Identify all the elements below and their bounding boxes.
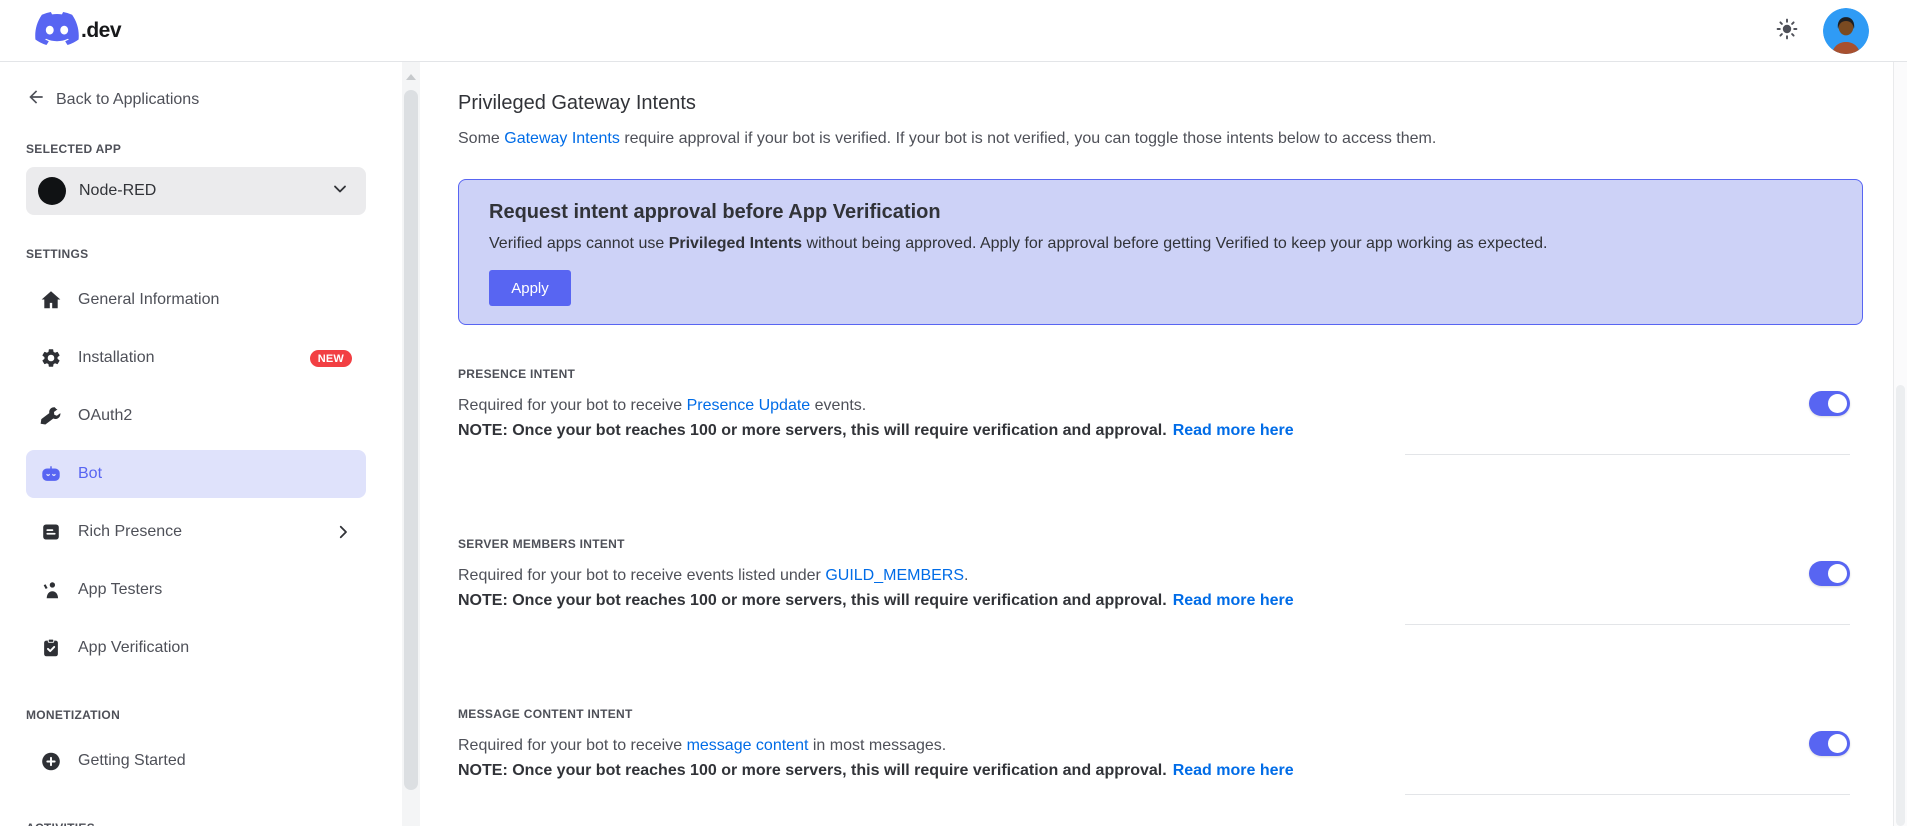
sidebar-item-label: Installation (78, 349, 155, 366)
page-title: Privileged Gateway Intents (458, 92, 696, 114)
selected-app-name: Node-RED (79, 182, 157, 199)
sidebar-item-app-testers[interactable]: App Testers (26, 566, 366, 614)
sidebar-item-general-information[interactable]: General Information (26, 276, 366, 324)
presence-intent-section: PRESENCE INTENT Required for your bot to… (458, 367, 1863, 455)
section-divider (1405, 624, 1850, 625)
back-arrow-icon (26, 87, 46, 112)
read-more-link[interactable]: Read more here (1173, 592, 1294, 609)
toggle-knob (1828, 564, 1847, 583)
message-content-intent-toggle[interactable] (1809, 731, 1850, 756)
sidebar-item-label: Rich Presence (78, 523, 183, 540)
section-divider (1405, 454, 1850, 455)
wrench-icon (40, 405, 62, 427)
sidebar-item-label: General Information (78, 291, 220, 308)
activities-section-label: ACTIVITIES (26, 821, 366, 826)
intent-description: Required for your bot to receive message… (458, 737, 947, 754)
page-scrollbar-thumb[interactable] (1896, 385, 1905, 826)
message-content-link[interactable]: message content (687, 737, 809, 754)
gateway-intents-link[interactable]: Gateway Intents (504, 130, 620, 147)
intent-note: NOTE: Once your bot reaches 100 or more … (458, 762, 1294, 779)
intent-description: Required for your bot to receive events … (458, 567, 969, 584)
new-badge: NEW (309, 349, 352, 367)
apply-button[interactable]: Apply (489, 270, 571, 306)
discord-logo-icon (35, 11, 79, 50)
sidebar-item-label: OAuth2 (78, 407, 133, 424)
presence-intent-toggle[interactable] (1809, 391, 1850, 416)
sidebar-item-label: Getting Started (78, 752, 186, 769)
document-icon (40, 521, 62, 543)
plus-circle-icon (40, 750, 62, 772)
read-more-link[interactable]: Read more here (1173, 422, 1294, 439)
server-members-intent-toggle[interactable] (1809, 561, 1850, 586)
intro-text: Some Gateway Intents require approval if… (458, 130, 1437, 147)
discord-dev-logo[interactable]: .dev (35, 11, 122, 50)
back-to-applications-link[interactable]: Back to Applications (26, 87, 366, 112)
main-content: Privileged Gateway Intents Some Gateway … (420, 62, 1863, 826)
toggle-knob (1828, 734, 1847, 753)
scrollbar-up-arrow-icon[interactable] (406, 74, 416, 80)
sidebar-scrollbar-thumb[interactable] (404, 90, 418, 790)
server-members-intent-section: SERVER MEMBERS INTENT Required for your … (458, 537, 1863, 625)
sun-icon (1775, 17, 1799, 44)
discord-developer-portal: .dev Back to Applications SELECTED APP N… (0, 0, 1907, 826)
sidebar-item-bot[interactable]: Bot (26, 450, 366, 498)
app-selector-dropdown[interactable]: Node-RED (26, 167, 366, 215)
user-avatar[interactable] (1823, 7, 1869, 54)
sidebar-scrollbar[interactable] (402, 62, 420, 826)
page-scrollbar[interactable] (1893, 62, 1907, 826)
message-content-intent-section: MESSAGE CONTENT INTENT Required for your… (458, 707, 1863, 795)
sidebar-item-label: App Verification (78, 639, 190, 656)
selected-app-label: SELECTED APP (26, 142, 122, 156)
read-more-link[interactable]: Read more here (1173, 762, 1294, 779)
chevron-down-icon (330, 179, 350, 204)
intent-description: Required for your bot to receive Presenc… (458, 397, 867, 414)
section-divider (1405, 794, 1850, 795)
guild-members-link[interactable]: GUILD_MEMBERS (825, 567, 964, 584)
intent-label: PRESENCE INTENT (458, 367, 576, 381)
notice-body: Verified apps cannot use Privileged Inte… (489, 235, 1548, 252)
theme-toggle-button[interactable] (1773, 17, 1801, 45)
brand-text: .dev (81, 18, 122, 42)
sidebar-item-oauth2[interactable]: OAuth2 (26, 392, 366, 440)
chevron-right-icon (334, 523, 352, 541)
intent-label: MESSAGE CONTENT INTENT (458, 707, 633, 721)
settings-nav: General Information Installation NEW OAu… (26, 276, 366, 672)
top-header: .dev (0, 0, 1907, 62)
settings-section-label: SETTINGS (26, 247, 89, 261)
sidebar-item-rich-presence[interactable]: Rich Presence (26, 508, 366, 556)
sidebar-item-installation[interactable]: Installation NEW (26, 334, 366, 382)
sidebar-item-getting-started[interactable]: Getting Started (26, 737, 366, 785)
presence-update-link[interactable]: Presence Update (687, 397, 811, 414)
notice-title: Request intent approval before App Verif… (489, 201, 941, 223)
sidebar-item-app-verification[interactable]: App Verification (26, 624, 366, 672)
toggle-knob (1828, 394, 1847, 413)
intent-label: SERVER MEMBERS INTENT (458, 537, 625, 551)
gear-icon (40, 347, 62, 369)
sidebar: Back to Applications SELECTED APP Node-R… (0, 62, 402, 826)
sidebar-item-label: Bot (78, 465, 103, 482)
intent-approval-notice: Request intent approval before App Verif… (458, 179, 1863, 325)
clipboard-check-icon (40, 637, 62, 659)
bot-icon (40, 463, 62, 485)
sidebar-item-label: App Testers (78, 581, 163, 598)
monetization-section-label: MONETIZATION (26, 708, 121, 722)
back-to-applications-label: Back to Applications (56, 90, 200, 108)
intent-note: NOTE: Once your bot reaches 100 or more … (458, 422, 1294, 439)
home-icon (40, 289, 62, 311)
app-avatar (38, 177, 66, 205)
intent-note: NOTE: Once your bot reaches 100 or more … (458, 592, 1294, 609)
person-icon (40, 579, 62, 601)
